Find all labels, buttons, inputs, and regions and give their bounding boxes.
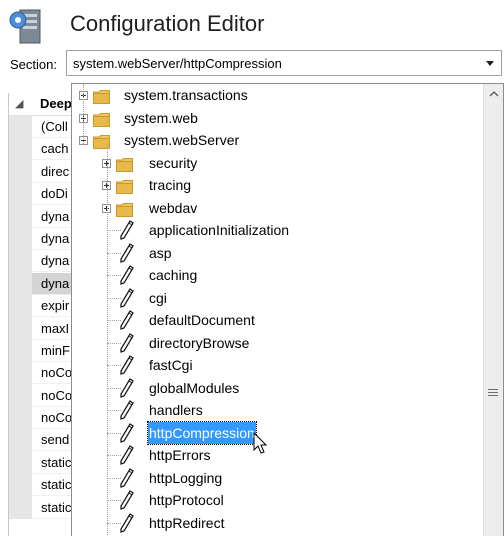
row-gutter: [9, 183, 32, 206]
section-pen-icon: [118, 422, 136, 444]
tree-item[interactable]: httpErrors: [72, 444, 482, 466]
row-gutter: [9, 317, 32, 340]
section-value: system.webServer/httpCompression: [73, 56, 282, 71]
tree-item-label: httpErrors: [149, 447, 211, 463]
tree-item[interactable]: tracing: [72, 174, 482, 196]
row-gutter: [9, 362, 32, 385]
section-tree-dropdown[interactable]: system.transactions system.web system.webS…: [71, 83, 504, 536]
tree-item[interactable]: security: [72, 152, 482, 174]
tree-item[interactable]: webdav: [72, 197, 482, 219]
tree-item-label: httpProtocol: [149, 492, 224, 508]
grid-header-label: Deep: [40, 96, 72, 111]
row-gutter: [9, 339, 32, 363]
tree-item[interactable]: handlers: [72, 399, 482, 421]
section-pen-icon: [118, 354, 136, 376]
tree-item[interactable]: httpProtocol: [72, 489, 482, 511]
tree-item-label: httpCompression: [147, 420, 257, 445]
section-pen-icon: [118, 264, 136, 286]
tree-item[interactable]: cgi: [72, 287, 482, 309]
row-gutter: [9, 116, 32, 139]
tree-item-label: system.webServer: [124, 132, 240, 148]
section-pen-icon: [118, 287, 136, 309]
tree-item-label: globalModules: [149, 379, 240, 396]
section-pen-icon: [118, 219, 136, 241]
tree-item[interactable]: asp: [72, 242, 482, 264]
row-gutter: [9, 451, 32, 475]
tree-item-label: directoryBrowse: [149, 334, 250, 351]
tree-item-label: asp: [149, 244, 172, 261]
row-gutter: [9, 250, 32, 273]
scroll-up-icon[interactable]: [484, 84, 503, 104]
tree-item-label: security: [149, 154, 198, 171]
page-title: Configuration Editor: [70, 11, 265, 36]
row-gutter: [9, 474, 32, 497]
tree-item-label: handlers: [149, 402, 203, 418]
section-label: Section:: [10, 57, 57, 72]
mouse-cursor-icon: [253, 431, 268, 461]
tree-item-label: fastCgi: [149, 357, 193, 373]
tree-item[interactable]: directoryBrowse: [72, 332, 482, 354]
tree-item[interactable]: fastCgi: [72, 354, 482, 376]
tree-item-label: system.transactions: [124, 87, 248, 103]
header: Configuration Editor: [0, 0, 504, 50]
scroll-thumb[interactable]: [486, 108, 500, 148]
row-gutter: [9, 160, 32, 184]
folder-icon: [116, 201, 133, 217]
row-gutter: [9, 384, 32, 408]
tree-item[interactable]: globalModules: [72, 377, 482, 399]
tree-item-label: cgi: [149, 289, 167, 306]
tree-item[interactable]: defaultDocument: [72, 309, 482, 331]
server-config-icon: [6, 6, 46, 46]
row-gutter: [9, 138, 32, 161]
tree-item[interactable]: system.webServer: [72, 129, 482, 151]
tree-item[interactable]: httpLogging: [72, 467, 482, 489]
tree-item-label: defaultDocument: [149, 312, 255, 328]
tree-item-label: httpRedirect: [149, 514, 225, 531]
row-gutter: [9, 295, 32, 318]
section-pen-icon: [118, 309, 136, 331]
tree-item-label: httpLogging: [149, 469, 223, 486]
tree-item-label: tracing: [149, 177, 192, 193]
tree-item-label: system.web: [124, 109, 198, 126]
section-pen-icon: [118, 512, 136, 534]
tree-item[interactable]: httpCompression: [72, 420, 482, 445]
folder-icon: [116, 178, 133, 194]
tree-item[interactable]: caching: [72, 264, 482, 286]
section-pen-icon: [118, 444, 136, 466]
section-pen-icon: [118, 332, 136, 354]
row-gutter: [9, 205, 32, 228]
chevron-down-icon[interactable]: [479, 51, 501, 75]
folder-icon: [93, 111, 110, 127]
tree-item[interactable]: applicationInitialization: [72, 219, 482, 241]
tree-item[interactable]: system.transactions: [72, 84, 482, 106]
tree-item-label: applicationInitialization: [149, 222, 290, 238]
row-gutter: [9, 407, 32, 430]
collapse-icon[interactable]: ◢: [15, 97, 23, 110]
section-pen-icon: [118, 399, 136, 421]
scroll-grip-icon[interactable]: [488, 389, 498, 398]
tree-item-label: webdav: [149, 199, 198, 216]
row-gutter: [9, 272, 32, 296]
row-gutter: [9, 496, 32, 520]
vertical-scrollbar[interactable]: [483, 84, 503, 536]
tree-line: [107, 144, 108, 536]
row-gutter: [9, 227, 32, 251]
tree-line: [83, 84, 84, 144]
tree-item[interactable]: system.web: [72, 107, 482, 129]
section-pen-icon: [118, 467, 136, 489]
row-gutter: [9, 429, 32, 452]
section-pen-icon: [118, 489, 136, 511]
section-dropdown[interactable]: system.webServer/httpCompression: [66, 50, 502, 76]
folder-icon: [93, 88, 110, 104]
tree-item[interactable]: httpRedirect: [72, 512, 482, 534]
section-pen-icon: [118, 377, 136, 399]
folder-icon: [116, 156, 133, 172]
tree-item-label: caching: [149, 267, 198, 283]
section-pen-icon: [118, 242, 136, 264]
